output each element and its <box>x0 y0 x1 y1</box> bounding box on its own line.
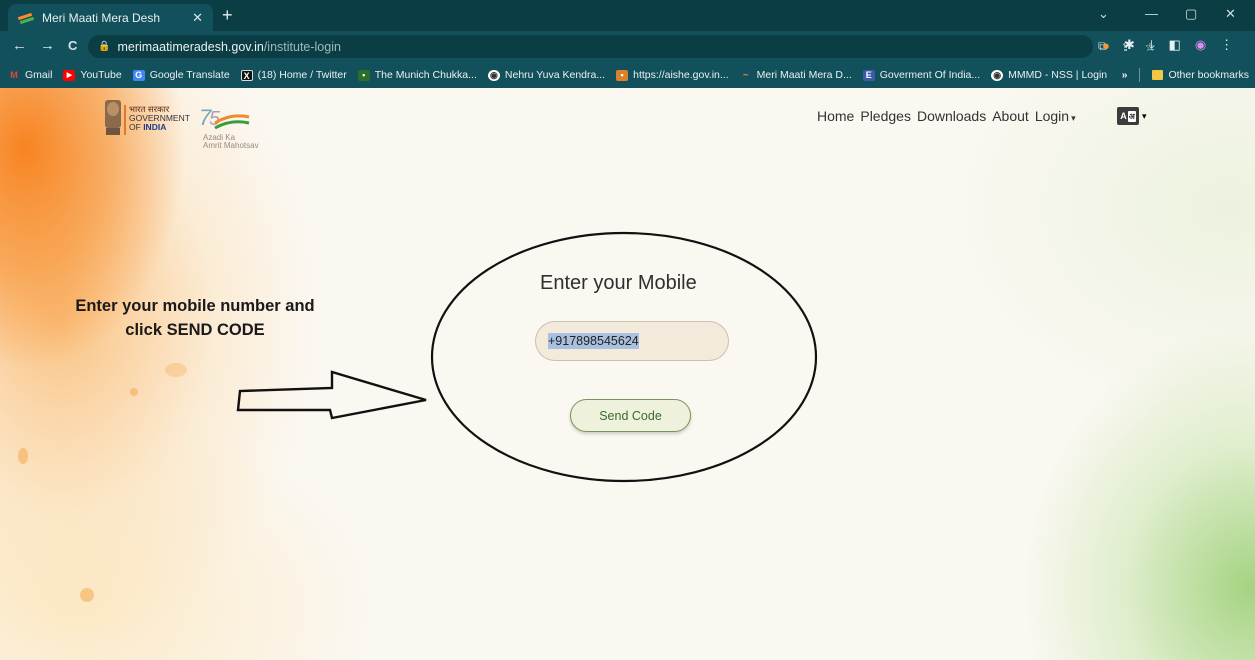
youtube-icon: ▶ <box>63 69 76 81</box>
instruction-callout: Enter your mobile number and click SEND … <box>30 294 360 342</box>
page-content: भारत सरकार GOVERNMENT OF INDIA 7 5 Azadi… <box>0 88 1255 660</box>
nav-login-label: Login <box>1034 108 1070 124</box>
divider <box>1139 68 1141 82</box>
lock-icon[interactable]: 🔒 <box>98 41 110 52</box>
bookmark-mmmd-nss-login[interactable]: ◉ MMMD - NSS | Login <box>991 69 1107 81</box>
nav-downloads[interactable]: Downloads <box>917 108 986 124</box>
bookmark-label: Gmail <box>25 69 53 81</box>
main-nav: Home Pledges Downloads About Login ▾ <box>817 108 1082 124</box>
bookmark-label: The Munich Chukka... <box>374 69 477 81</box>
mobile-input-value: +917898545624 <box>548 333 639 349</box>
nav-login[interactable]: Login ▾ <box>1035 108 1076 124</box>
bookmarks-overflow-button[interactable]: » <box>1122 69 1128 81</box>
other-bookmarks[interactable]: Other bookmarks <box>1152 69 1249 81</box>
form-title: Enter your Mobile <box>540 272 697 294</box>
maximize-button[interactable]: ▢ <box>1185 6 1197 22</box>
translate-icon: G <box>132 69 145 81</box>
reload-button[interactable]: C <box>68 38 77 53</box>
side-panel-icon[interactable]: ◧ <box>1169 37 1181 53</box>
browser-toolbar: ← → C 🔒 merimaatimeradesh.gov.in/institu… <box>0 31 1255 62</box>
browser-tab[interactable]: Meri Maati Mera Desh ✕ <box>8 4 213 31</box>
azadi-line2: Amrit Mahotsav <box>203 141 259 150</box>
munich-icon: • <box>357 69 370 81</box>
paint-splash <box>130 388 138 396</box>
bookmarks-bar: M Gmail ▶ YouTube G Google Translate X (18) … <box>0 62 1255 88</box>
close-tab-icon[interactable]: ✕ <box>192 10 203 26</box>
bookmark-twitter[interactable]: X (18) Home / Twitter <box>240 69 347 81</box>
extension-icon[interactable]: ● <box>1102 38 1110 53</box>
bookmark-label: Meri Maati Mera D... <box>756 69 852 81</box>
bookmark-meri-maati[interactable]: ~ Meri Maati Mera D... <box>740 69 852 81</box>
mmmd-icon: ~ <box>743 69 749 80</box>
bookmark-government-of-india[interactable]: E Goverment Of India... <box>862 69 981 81</box>
bookmark-nehru-yuva[interactable]: ◉ Nehru Yuva Kendra... <box>487 69 606 81</box>
bookmark-label: Nehru Yuva Kendra... <box>504 69 606 81</box>
bookmark-label: https://aishe.gov.in... <box>633 69 729 81</box>
folder-icon <box>1152 70 1164 80</box>
tab-search-icon[interactable]: ⌄ <box>1098 6 1109 22</box>
bookmark-aishe[interactable]: ▪ https://aishe.gov.in... <box>616 69 729 81</box>
x-icon: X <box>240 69 253 81</box>
arrow-annotation <box>236 370 427 420</box>
new-tab-button[interactable]: + <box>222 5 233 25</box>
gov-india-text: INDIA <box>143 122 167 132</box>
lang-a: A <box>1120 111 1127 121</box>
bookmark-label: MMMD - NSS | Login <box>1008 69 1108 81</box>
tab-title: Meri Maati Mera Desh <box>42 10 161 25</box>
nav-pledges[interactable]: Pledges <box>860 108 911 124</box>
globe-icon: ◉ <box>991 69 1004 81</box>
azadi-text: Azadi Ka Amrit Mahotsav <box>203 134 259 150</box>
download-icon[interactable]: ⤓ <box>1149 37 1155 53</box>
bookmarks-right: » Other bookmarks <box>1122 62 1249 88</box>
translate-icon: Aअ <box>1117 107 1139 125</box>
menu-icon[interactable]: ⋮ <box>1220 37 1233 53</box>
url-host: merimaatimeradesh.gov.in <box>117 39 264 54</box>
gov-of-text: OF <box>129 122 141 132</box>
paint-splash <box>80 588 94 602</box>
ashoka-emblem-logo <box>105 100 121 135</box>
send-code-button[interactable]: Send Code <box>570 399 691 432</box>
bookmark-gmail[interactable]: M Gmail <box>8 69 52 81</box>
address-bar[interactable]: 🔒 merimaatimeradesh.gov.in/institute-log… <box>88 35 1155 58</box>
nav-about[interactable]: About <box>992 108 1029 124</box>
bookmark-label: Goverment Of India... <box>879 69 981 81</box>
url-path: /institute-login <box>263 39 341 54</box>
instruction-line2: click SEND CODE <box>125 321 265 339</box>
gov-logo-bar <box>124 105 126 135</box>
globe-icon: ◉ <box>487 69 500 81</box>
lang-b: अ <box>1127 110 1136 122</box>
gov-icon: E <box>862 69 875 81</box>
puzzle-icon[interactable]: ✱ <box>1124 37 1135 53</box>
caret-down-icon: ▾ <box>1071 113 1076 123</box>
bookmark-label: YouTube <box>80 69 122 81</box>
back-button[interactable]: ← <box>12 37 27 54</box>
language-selector[interactable]: Aअ ▾ <box>1117 107 1147 125</box>
paint-splash <box>18 448 28 464</box>
nav-home[interactable]: Home <box>817 108 854 124</box>
extension-icons: ● ✱ ⤓ ◧ ◉ ⋮ <box>1102 37 1233 53</box>
profile-avatar[interactable]: ◉ <box>1195 37 1206 53</box>
annotation-overlay <box>236 231 818 483</box>
caret-down-icon: ▾ <box>1142 110 1147 121</box>
government-of-india-logo[interactable]: भारत सरकार GOVERNMENT OF INDIA <box>129 105 190 132</box>
minimize-button[interactable]: — <box>1145 6 1158 21</box>
other-bookmarks-label: Other bookmarks <box>1168 69 1249 81</box>
gmail-icon: M <box>10 69 18 80</box>
paint-splash <box>165 363 187 377</box>
instruction-line1: Enter your mobile number and <box>75 297 315 315</box>
bookmark-label: Google Translate <box>149 69 230 81</box>
close-window-button[interactable]: ✕ <box>1225 6 1236 22</box>
forward-button[interactable]: → <box>40 37 55 54</box>
mobile-number-input[interactable]: +917898545624 <box>535 321 729 361</box>
bookmark-youtube[interactable]: ▶ YouTube <box>63 69 122 81</box>
mmmd-favicon-icon <box>18 13 34 23</box>
tab-bar: Meri Maati Mera Desh ✕ + ⌄ — ▢ ✕ <box>0 0 1255 31</box>
bookmark-munich-chukka[interactable]: • The Munich Chukka... <box>357 69 477 81</box>
bookmark-label: (18) Home / Twitter <box>257 69 347 81</box>
bookmark-google-translate[interactable]: G Google Translate <box>132 69 230 81</box>
aishe-icon: ▪ <box>616 69 629 81</box>
